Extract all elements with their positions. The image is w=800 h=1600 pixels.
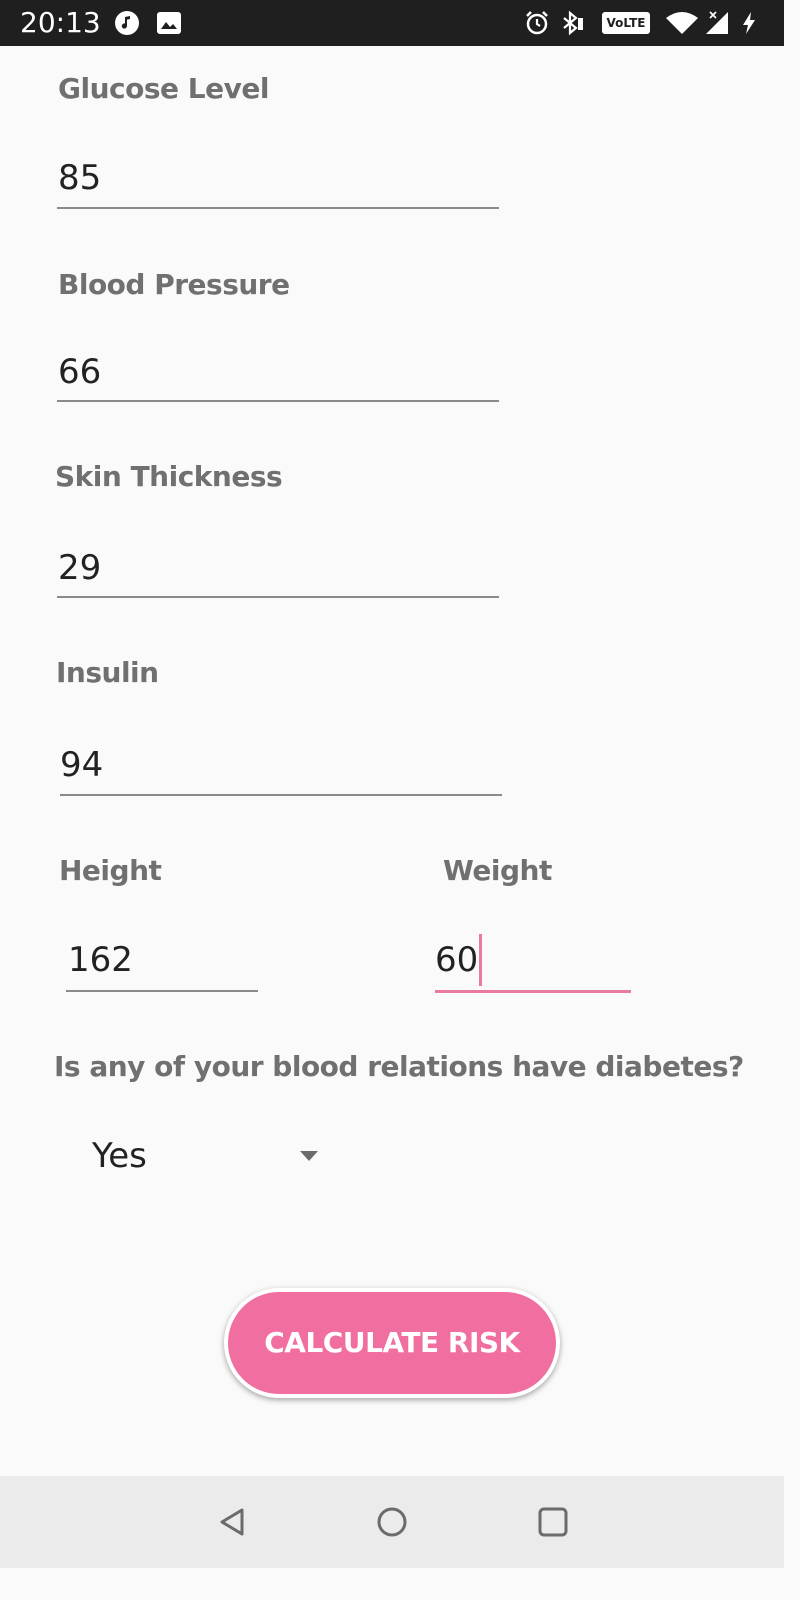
- wifi-icon: [666, 12, 698, 34]
- weight-label: Weight: [443, 854, 552, 887]
- skin-thickness-input[interactable]: 29: [58, 548, 101, 588]
- weight-input[interactable]: 60: [435, 940, 478, 980]
- glucose-label: Glucose Level: [58, 72, 269, 105]
- signal-icon: [706, 11, 728, 34]
- glucose-input[interactable]: 85: [58, 158, 101, 198]
- insulin-underline: [60, 794, 502, 796]
- navigation-bar: [0, 1476, 784, 1568]
- image-icon: [157, 12, 181, 34]
- status-time: 20:13: [20, 6, 101, 39]
- bluetooth-icon: [563, 10, 583, 36]
- status-bar: 20:13 VoLTE: [0, 0, 784, 46]
- height-input[interactable]: 162: [68, 940, 133, 980]
- blood-pressure-label: Blood Pressure: [58, 268, 290, 301]
- recents-icon[interactable]: [535, 1504, 571, 1540]
- skin-thickness-label: Skin Thickness: [55, 460, 283, 493]
- blood-pressure-underline: [57, 400, 499, 402]
- charging-icon: [743, 12, 755, 34]
- music-note-icon: [115, 11, 139, 35]
- text-cursor: [479, 934, 482, 986]
- blood-pressure-input[interactable]: 66: [58, 352, 101, 392]
- insulin-label: Insulin: [56, 656, 159, 689]
- skin-thickness-underline: [57, 596, 499, 598]
- family-history-question: Is any of your blood relations have diab…: [54, 1050, 744, 1083]
- height-underline: [66, 990, 258, 992]
- alarm-icon: [526, 11, 548, 35]
- weight-underline: [435, 990, 631, 993]
- insulin-input[interactable]: 94: [60, 745, 103, 785]
- volte-icon: VoLTE: [602, 12, 650, 34]
- chevron-down-icon[interactable]: [300, 1151, 318, 1161]
- height-label: Height: [59, 854, 162, 887]
- home-icon[interactable]: [374, 1504, 410, 1540]
- calculate-risk-button[interactable]: CALCULATE RISK: [224, 1288, 560, 1398]
- glucose-underline: [57, 207, 499, 209]
- family-history-select[interactable]: Yes: [92, 1136, 147, 1176]
- back-icon[interactable]: [214, 1504, 250, 1540]
